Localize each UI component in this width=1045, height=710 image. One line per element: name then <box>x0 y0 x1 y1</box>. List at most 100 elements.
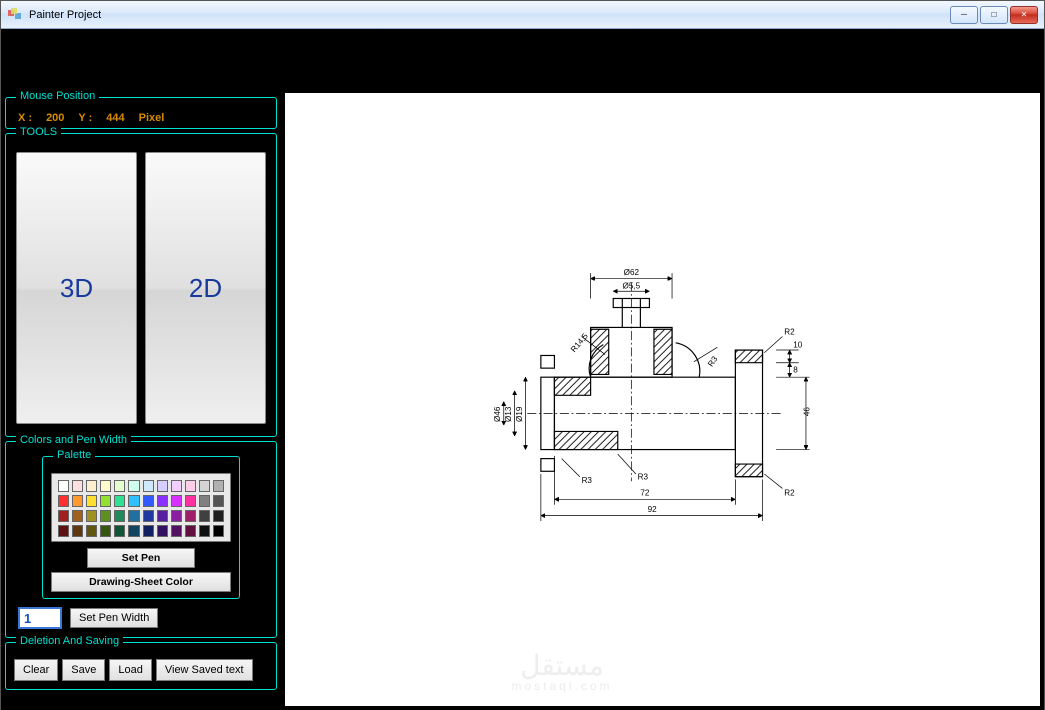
palette-swatch[interactable] <box>128 480 139 492</box>
palette-swatch[interactable] <box>114 525 125 537</box>
palette-swatch[interactable] <box>58 525 69 537</box>
titlebar: Painter Project — ☐ ✕ <box>1 1 1044 29</box>
palette-swatch[interactable] <box>157 525 168 537</box>
sidebar-spacer-top <box>5 33 277 93</box>
drawing-sheet-color-button[interactable]: Drawing-Sheet Color <box>51 572 231 592</box>
palette-swatch[interactable] <box>72 480 83 492</box>
technical-drawing: Ø62 Ø5,5 10 8 46 <box>473 246 853 554</box>
palette-swatch[interactable] <box>100 495 111 507</box>
set-pen-width-button[interactable]: Set Pen Width <box>70 608 158 628</box>
palette-swatch[interactable] <box>143 480 154 492</box>
svg-text:R2: R2 <box>784 327 795 336</box>
svg-text:R2: R2 <box>784 488 795 497</box>
palette-row <box>58 525 224 537</box>
palette-swatch[interactable] <box>86 495 97 507</box>
canvas-column: Ø62 Ø5,5 10 8 46 <box>277 33 1040 706</box>
palette-group: Palette Set Pen Drawing-Sheet Color <box>42 456 240 599</box>
maximize-button[interactable]: ☐ <box>980 6 1008 24</box>
view-saved-text-button[interactable]: View Saved text <box>156 659 253 681</box>
svg-text:Ø13: Ø13 <box>504 406 513 422</box>
app-icon <box>7 7 23 23</box>
palette-swatch[interactable] <box>100 525 111 537</box>
palette-swatch[interactable] <box>58 495 69 507</box>
palette-swatch[interactable] <box>185 525 196 537</box>
palette-swatch[interactable] <box>114 480 125 492</box>
palette-swatch[interactable] <box>128 510 139 522</box>
client-area: Mouse Position X : 200 Y : 444 Pixel TOO… <box>1 29 1044 710</box>
canvas[interactable]: Ø62 Ø5,5 10 8 46 <box>285 93 1040 706</box>
palette-swatch[interactable] <box>72 510 83 522</box>
load-button[interactable]: Load <box>109 659 151 681</box>
palette-swatch[interactable] <box>143 495 154 507</box>
palette-swatch[interactable] <box>171 480 182 492</box>
palette-swatch[interactable] <box>58 480 69 492</box>
palette-swatch[interactable] <box>199 480 210 492</box>
colors-pen-legend: Colors and Pen Width <box>16 434 131 446</box>
watermark: مستقل mostaql.com <box>512 652 613 692</box>
minimize-button[interactable]: — <box>950 6 978 24</box>
watermark-big: مستقل <box>512 652 613 680</box>
pen-width-row: Set Pen Width <box>12 605 270 629</box>
svg-text:92: 92 <box>647 505 657 514</box>
palette-swatch[interactable] <box>213 480 224 492</box>
palette-swatch[interactable] <box>213 510 224 522</box>
clear-button[interactable]: Clear <box>14 659 58 681</box>
action-row: Clear Save Load View Saved text <box>12 657 270 681</box>
svg-text:R3: R3 <box>637 472 648 481</box>
palette-row <box>58 480 224 492</box>
palette-legend: Palette <box>53 449 95 461</box>
palette-swatch[interactable] <box>157 495 168 507</box>
svg-text:72: 72 <box>640 488 650 497</box>
svg-text:R14,5: R14,5 <box>568 331 589 354</box>
palette-swatch[interactable] <box>100 510 111 522</box>
mouse-position-group: Mouse Position X : 200 Y : 444 Pixel <box>5 97 277 129</box>
palette-swatch[interactable] <box>213 525 224 537</box>
palette-swatch[interactable] <box>114 495 125 507</box>
palette-swatch[interactable] <box>86 480 97 492</box>
palette-swatch[interactable] <box>157 510 168 522</box>
palette-swatch[interactable] <box>100 480 111 492</box>
palette-swatch[interactable] <box>128 495 139 507</box>
close-button[interactable]: ✕ <box>1010 6 1038 24</box>
palette-swatch[interactable] <box>199 525 210 537</box>
colors-pen-group: Colors and Pen Width Palette Set Pen Dra… <box>5 441 277 638</box>
palette-swatch[interactable] <box>199 495 210 507</box>
palette-swatch[interactable] <box>72 525 83 537</box>
palette-row <box>58 495 224 507</box>
palette-swatch[interactable] <box>128 525 139 537</box>
mouse-y-value: 444 <box>106 112 124 124</box>
palette-swatch[interactable] <box>114 510 125 522</box>
palette-swatch[interactable] <box>185 480 196 492</box>
palette-swatch[interactable] <box>213 495 224 507</box>
palette-swatch[interactable] <box>171 495 182 507</box>
pen-width-input[interactable] <box>18 607 62 629</box>
svg-text:Ø46: Ø46 <box>493 406 502 422</box>
palette-swatch[interactable] <box>199 510 210 522</box>
svg-text:10: 10 <box>793 340 803 349</box>
palette-swatch[interactable] <box>143 510 154 522</box>
palette-swatches <box>51 473 231 542</box>
mouse-position-readout: X : 200 Y : 444 Pixel <box>12 112 270 124</box>
palette-swatch[interactable] <box>86 525 97 537</box>
tools-group: TOOLS 3D 2D <box>5 133 277 437</box>
palette-swatch[interactable] <box>86 510 97 522</box>
set-pen-button[interactable]: Set Pen <box>87 548 195 568</box>
palette-swatch[interactable] <box>185 495 196 507</box>
tool-2d-button[interactable]: 2D <box>145 152 266 424</box>
palette-swatch[interactable] <box>171 510 182 522</box>
palette-swatch[interactable] <box>58 510 69 522</box>
tools-row: 3D 2D <box>12 148 270 428</box>
sidebar: Mouse Position X : 200 Y : 444 Pixel TOO… <box>5 33 277 706</box>
tool-3d-button[interactable]: 3D <box>16 152 137 424</box>
palette-swatch[interactable] <box>72 495 83 507</box>
palette-swatch[interactable] <box>185 510 196 522</box>
svg-text:Ø19: Ø19 <box>514 406 523 422</box>
save-button[interactable]: Save <box>62 659 105 681</box>
tools-legend: TOOLS <box>16 126 61 138</box>
palette-swatch[interactable] <box>157 480 168 492</box>
mouse-x-value: 200 <box>46 112 64 124</box>
watermark-small: mostaql.com <box>512 680 613 692</box>
palette-swatch[interactable] <box>143 525 154 537</box>
palette-swatch[interactable] <box>171 525 182 537</box>
svg-text:R3: R3 <box>581 476 592 485</box>
